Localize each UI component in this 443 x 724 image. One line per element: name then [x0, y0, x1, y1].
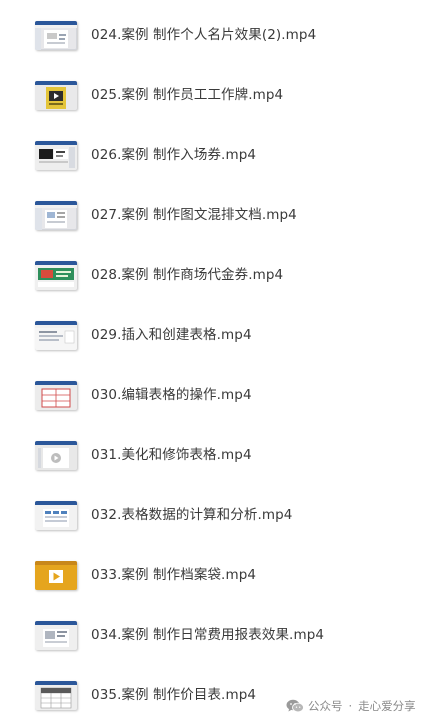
watermark-name: 走心爱分享 — [358, 699, 416, 713]
watermark: 公众号 · 走心爱分享 — [286, 696, 416, 716]
file-name: 035.案例 制作价目表.mp4 — [91, 687, 257, 703]
file-row[interactable]: 025.案例 制作员工工作牌.mp4 — [0, 75, 443, 115]
file-name: 030.编辑表格的操作.mp4 — [91, 387, 252, 403]
file-row[interactable]: 031.美化和修饰表格.mp4 — [0, 435, 443, 475]
file-row[interactable]: 027.案例 制作图文混排文档.mp4 — [0, 195, 443, 235]
orange-play-icon — [35, 561, 77, 590]
file-row[interactable]: 034.案例 制作日常费用报表效果.mp4 — [0, 615, 443, 655]
watermark-account: 公众号 — [308, 699, 343, 713]
file-row[interactable]: 028.案例 制作商场代金券.mp4 — [0, 255, 443, 295]
file-name: 029.插入和创建表格.mp4 — [91, 327, 252, 343]
file-row[interactable]: 030.编辑表格的操作.mp4 — [0, 375, 443, 415]
yellow-badge-play-icon — [35, 81, 77, 110]
doc-preview-icon — [35, 21, 77, 50]
doc-preview-icon — [35, 201, 77, 230]
red-table-doc-icon — [35, 381, 77, 410]
file-name: 034.案例 制作日常费用报表效果.mp4 — [91, 627, 325, 643]
play-doc-icon — [35, 441, 77, 470]
watermark-separator: · — [348, 699, 353, 713]
file-name: 026.案例 制作入场券.mp4 — [91, 147, 257, 163]
doc-preview-icon — [35, 321, 77, 350]
file-name: 028.案例 制作商场代金券.mp4 — [91, 267, 284, 283]
file-row[interactable]: 026.案例 制作入场券.mp4 — [0, 135, 443, 175]
doc-preview-icon — [35, 501, 77, 530]
green-banner-doc-icon — [35, 261, 77, 290]
file-row[interactable]: 029.插入和创建表格.mp4 — [0, 315, 443, 355]
wechat-icon — [286, 699, 304, 713]
file-row[interactable]: 032.表格数据的计算和分析.mp4 — [0, 495, 443, 535]
file-name: 025.案例 制作员工工作牌.mp4 — [91, 87, 284, 103]
black-white-doc-icon — [35, 141, 77, 170]
file-row[interactable]: 024.案例 制作个人名片效果(2).mp4 — [0, 15, 443, 55]
doc-preview-icon — [35, 621, 77, 650]
file-name: 032.表格数据的计算和分析.mp4 — [91, 507, 293, 523]
file-name: 024.案例 制作个人名片效果(2).mp4 — [91, 27, 317, 43]
file-name: 031.美化和修饰表格.mp4 — [91, 447, 252, 463]
table-doc-icon — [35, 681, 77, 710]
file-row[interactable]: 033.案例 制作档案袋.mp4 — [0, 555, 443, 595]
file-name: 033.案例 制作档案袋.mp4 — [91, 567, 257, 583]
file-name: 027.案例 制作图文混排文档.mp4 — [91, 207, 297, 223]
